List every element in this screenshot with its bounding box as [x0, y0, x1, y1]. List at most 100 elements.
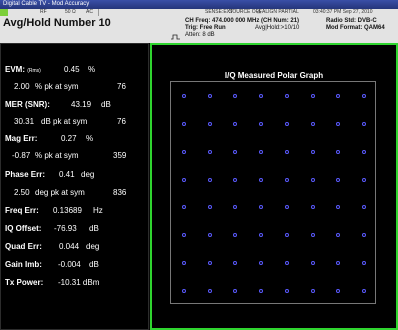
mer-peak-text: dB pk at sym [41, 117, 88, 126]
impedance-label: 50 Ω [65, 9, 76, 15]
gain-imb-value: -0.004 [58, 260, 81, 269]
constellation-point [207, 93, 212, 98]
constellation-point [259, 261, 264, 266]
evm-unit: % [88, 65, 96, 74]
evm-peak-sym: 76 [117, 82, 126, 91]
constellation-point [284, 149, 289, 154]
trigger-icon [171, 34, 180, 40]
constellation-point [284, 289, 289, 294]
evm-value: 0.45 [64, 65, 80, 74]
phase-err-peak-text: deg pk at sym [35, 188, 85, 197]
green-indicator-icon [0, 9, 8, 16]
polar-graph-panel[interactable]: I/Q Measured Polar Graph [150, 43, 398, 330]
constellation-point [336, 261, 341, 266]
constellation-point [284, 261, 289, 266]
constellation-point [207, 233, 212, 238]
freq-err-row: Freq Err: 0.13689 Hz [1, 206, 150, 216]
constellation-point [259, 205, 264, 210]
polar-graph-area [170, 81, 376, 304]
mag-err-peak-text: % pk at sym [35, 151, 79, 160]
constellation-point [310, 93, 315, 98]
mag-err-row: Mag Err: 0.27 % [1, 134, 150, 144]
iq-offset-row: IQ Offset: -76.93 dB [1, 224, 150, 234]
tx-power-value: -10.31 dBm [58, 278, 100, 287]
mer-value: 43.19 [71, 100, 92, 109]
constellation-point [233, 289, 238, 294]
constellation-point [207, 289, 212, 294]
freq-err-unit: Hz [93, 206, 103, 215]
status-bar: RF 50 Ω AC SENSE:EXT SOURCE OFF ⚠ ALIGN … [0, 9, 398, 16]
constellation-point [310, 205, 315, 210]
constellation-point [336, 177, 341, 182]
constellation-point [362, 149, 367, 154]
iq-offset-label: IQ Offset: [5, 224, 42, 233]
constellation-point [310, 289, 315, 294]
evm-peak-value: 2.00 [14, 82, 30, 91]
graph-title: I/Q Measured Polar Graph [224, 71, 324, 80]
constellation-point [181, 93, 186, 98]
mer-peak-row: 30.31 dB pk at sym 76 [1, 117, 150, 127]
constellation-point [181, 289, 186, 294]
phase-err-unit: deg [81, 170, 95, 179]
avg-hold-setting: Avg|Hold:>10/10 [255, 25, 300, 31]
constellation-point [233, 205, 238, 210]
constellation-point [181, 261, 186, 266]
constellation-point [362, 233, 367, 238]
constellation-point [207, 121, 212, 126]
constellation-point [233, 149, 238, 154]
window-title: Digital Cable TV - Mod Accuracy [3, 1, 90, 7]
constellation-point [233, 177, 238, 182]
constellation-point [207, 149, 212, 154]
warning-icon: ⚠ [257, 9, 262, 15]
align-alert-label: ALIGN PARTIAL [262, 9, 299, 15]
coupling-label: AC [86, 9, 93, 15]
constellation-point [233, 93, 238, 98]
constellation-point [207, 261, 212, 266]
radio-std: Radio Std: DVB-C [326, 18, 377, 24]
freq-err-value: 0.13689 [53, 206, 82, 215]
constellation-point [181, 177, 186, 182]
constellation-point [284, 121, 289, 126]
evm-row: EVM: (Rms) 0.45 % [1, 65, 150, 75]
mag-err-label: Mag Err: [5, 134, 38, 143]
quad-err-unit: deg [86, 242, 100, 251]
constellation-point [310, 121, 315, 126]
ch-freq: CH Freq: 474.000 000 MHz (CH Num: 21) [185, 18, 300, 24]
timestamp: 03:40:37 PM Sep 27, 2010 [313, 9, 373, 15]
constellation-point [259, 121, 264, 126]
mag-err-peak-value: -0.87 [12, 151, 31, 160]
constellation-point [362, 177, 367, 182]
phase-err-peak-value: 2.50 [14, 188, 30, 197]
mer-peak-sym: 76 [117, 117, 126, 126]
gain-imb-row: Gain Imb: -0.004 dB [1, 260, 150, 270]
constellation-point [362, 205, 367, 210]
freq-err-label: Freq Err: [5, 206, 39, 215]
iq-offset-value: -76.93 [54, 224, 77, 233]
constellation-point [181, 205, 186, 210]
constellation-point [336, 121, 341, 126]
constellation-point [259, 177, 264, 182]
constellation-point [362, 261, 367, 266]
gain-imb-unit: dB [89, 260, 99, 269]
tx-power-label: Tx Power: [5, 278, 44, 287]
mod-format: Mod Format: QAM64 [326, 25, 385, 31]
phase-err-peak-sym: 836 [113, 188, 127, 197]
status-divider [98, 9, 99, 16]
mer-peak-value: 30.31 [14, 117, 35, 126]
constellation-point [362, 93, 367, 98]
constellation-point [336, 233, 341, 238]
constellation-point [181, 233, 186, 238]
phase-err-label: Phase Err: [5, 170, 46, 179]
constellation-point [284, 205, 289, 210]
tx-power-row: Tx Power: -10.31 dBm [1, 278, 150, 288]
constellation-point [259, 93, 264, 98]
mer-label: MER (SNR): [5, 100, 50, 109]
iq-offset-unit: dB [89, 224, 99, 233]
constellation-point [310, 149, 315, 154]
constellation-point [259, 289, 264, 294]
phase-err-peak-row: 2.50 deg pk at sym 836 [1, 188, 150, 198]
phase-err-row: Phase Err: 0.41 deg [1, 170, 150, 180]
constellation-point [336, 205, 341, 210]
phase-err-value: 0.41 [59, 170, 75, 179]
constellation-point [233, 233, 238, 238]
